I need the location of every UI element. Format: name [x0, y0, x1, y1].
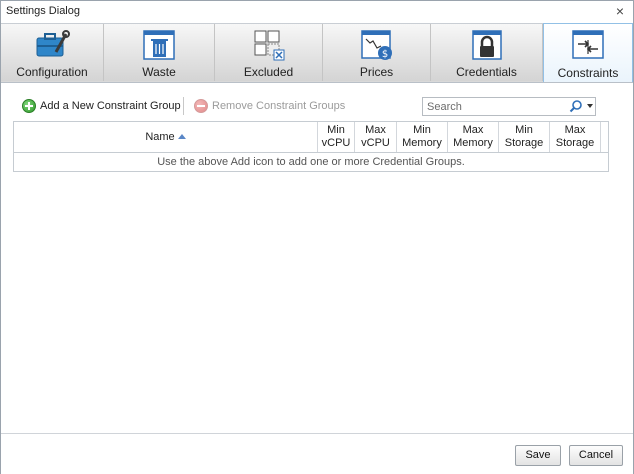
column-header-min-vcpu[interactable]: Min vCPU — [318, 122, 355, 152]
toolbar-separator — [183, 97, 184, 115]
column-header-name[interactable]: Name — [14, 122, 318, 152]
svg-text:$: $ — [381, 49, 387, 60]
tab-configuration[interactable]: Configuration — [1, 24, 104, 81]
constraint-arrows-icon — [572, 30, 604, 59]
column-header-label: Max Storage — [555, 124, 595, 149]
toolbox-wrench-icon — [36, 30, 70, 57]
column-header-min-storage[interactable]: Min Storage — [499, 122, 550, 152]
add-circle-icon — [22, 99, 36, 113]
tab-constraints[interactable]: Constraints — [543, 23, 633, 82]
tab-label: Waste — [142, 65, 176, 79]
cancel-button[interactable]: Cancel — [569, 445, 623, 466]
column-header-max-storage[interactable]: Max Storage — [550, 122, 601, 152]
excluded-grid-icon — [254, 30, 284, 61]
add-constraint-group-button[interactable]: Add a New Constraint Group — [22, 98, 181, 114]
tab-waste[interactable]: Waste — [104, 24, 215, 81]
trash-window-icon — [143, 30, 175, 60]
tab-label: Credentials — [456, 65, 517, 79]
search-options-chevron-down-icon[interactable] — [587, 104, 593, 108]
tab-label: Constraints — [557, 66, 619, 80]
tab-credentials[interactable]: Credentials — [431, 24, 543, 81]
remove-constraint-groups-button[interactable]: Remove Constraint Groups — [194, 98, 345, 114]
tab-excluded[interactable]: Excluded — [215, 24, 323, 81]
add-constraint-group-label: Add a New Constraint Group — [40, 100, 181, 112]
close-icon[interactable]: × — [613, 3, 627, 19]
empty-grid-message: Use the above Add icon to add one or mor… — [157, 156, 465, 168]
column-header-label: Max vCPU — [361, 124, 390, 149]
save-button[interactable]: Save — [515, 445, 561, 466]
tab-strip: Configuration Waste Excluded $ Prices Cr… — [1, 23, 633, 83]
dialog-footer: Save Cancel — [1, 433, 633, 474]
remove-circle-icon — [194, 99, 208, 113]
column-header-max-vcpu[interactable]: Max vCPU — [355, 122, 397, 152]
column-header-label: Min Memory — [402, 124, 442, 149]
tab-label: Configuration — [16, 65, 88, 79]
search-box — [422, 97, 596, 116]
tab-prices[interactable]: $ Prices — [323, 24, 431, 81]
column-header-min-memory[interactable]: Min Memory — [397, 122, 448, 152]
title-bar: Settings Dialog × — [1, 1, 633, 24]
dialog-title: Settings Dialog — [6, 5, 80, 17]
tab-label: Excluded — [243, 65, 294, 79]
sort-ascending-icon — [177, 134, 186, 140]
remove-constraint-groups-label: Remove Constraint Groups — [212, 100, 346, 112]
column-header-label: Name — [14, 131, 317, 144]
column-header-label: Min Storage — [504, 124, 544, 149]
search-icon[interactable] — [569, 99, 583, 113]
grid-header: Name Min vCPU Max vCPU Min Memory Max Me… — [14, 122, 608, 153]
column-header-label: Max Memory — [453, 124, 493, 149]
column-header-label: Min vCPU — [321, 124, 351, 149]
settings-dialog: Settings Dialog × Configuration Waste Ex… — [0, 0, 634, 474]
tab-label: Prices — [359, 65, 394, 79]
price-chart-dollar-icon: $ — [360, 30, 392, 60]
column-header-max-memory[interactable]: Max Memory — [448, 122, 499, 152]
search-input[interactable] — [423, 98, 561, 115]
lock-window-icon — [471, 30, 502, 60]
grid-toolbar: Add a New Constraint Group Remove Constr… — [13, 94, 608, 118]
constraint-groups-grid: Name Min vCPU Max vCPU Min Memory Max Me… — [13, 121, 609, 172]
